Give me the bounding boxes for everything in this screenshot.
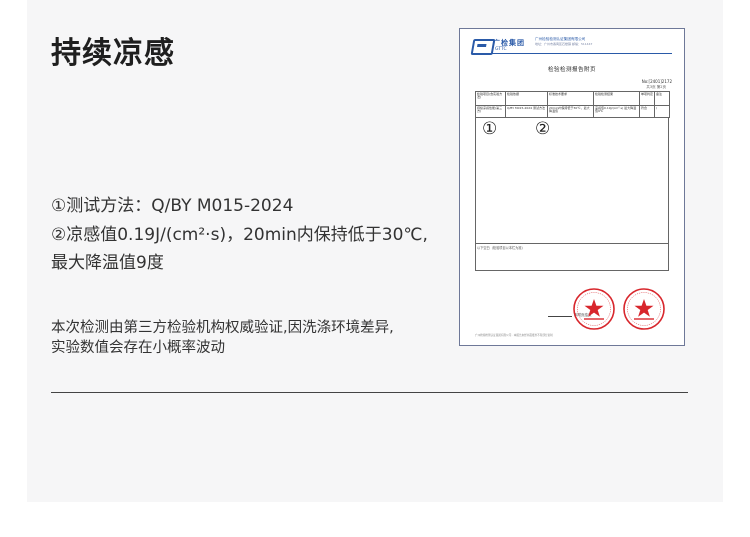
table-cell: 持续凉感性能(第三方) bbox=[475, 105, 506, 118]
table-cell: 凉感值0.19J/(cm²·s) 最大降温值9℃ bbox=[593, 105, 640, 118]
header-cell: 检验依据 bbox=[505, 91, 548, 106]
table-cell: Q/BY M015-2024 测试方法 bbox=[505, 105, 548, 118]
header-cell: 备注 bbox=[654, 91, 670, 106]
test-method-text: ①测试方法：Q/BY M015-2024 bbox=[51, 196, 294, 216]
header-cell: 单项判定 bbox=[639, 91, 655, 106]
header-cell: 检验项目(含实验方法) bbox=[475, 91, 506, 106]
header-cell: 检验检测结果 bbox=[593, 91, 640, 106]
table-header-row: 检验项目(含实验方法) 检验依据 标准技术要求 检验检测结果 单项判定 备注 bbox=[475, 91, 670, 106]
header-cell: 标准技术要求 bbox=[547, 91, 594, 106]
table-cell: / bbox=[654, 105, 670, 118]
report-title: 检验检测报告附页 bbox=[547, 67, 596, 73]
inspection-seal-right bbox=[623, 288, 665, 330]
logo-subtext: GTTC bbox=[495, 47, 507, 52]
report-page: 共3页 第2页 bbox=[646, 85, 666, 89]
divider bbox=[51, 392, 688, 393]
institute-address: 地址：广州市番禺区石楼镇 邮编：511447 bbox=[535, 42, 593, 46]
disclaimer-line-1: 本次检测由第三方检验机构权威验证,因洗涤环境差异, bbox=[51, 320, 394, 336]
report-table: 检验项目(含实验方法) 检验依据 标准技术要求 检验检测结果 单项判定 备注 持… bbox=[475, 91, 670, 118]
disclaimer-line-2: 实验数值会存在小概率波动 bbox=[51, 340, 225, 356]
inspection-seal-left bbox=[573, 288, 615, 330]
table-cell: 符合 bbox=[639, 105, 655, 118]
signoff-line bbox=[548, 316, 572, 317]
table-row: 持续凉感性能(第三方) Q/BY M015-2024 测试方法 20min内保持… bbox=[475, 105, 670, 118]
report-footer: 广州检验检测认证集团有限公司 · 本报告未经书面批准不得部分复制 bbox=[475, 334, 553, 337]
report-number: No:[2401]2172 bbox=[641, 79, 672, 84]
header-rule bbox=[472, 53, 672, 54]
table-cell: 20min内保持低于30℃，最大降温值 bbox=[547, 105, 594, 118]
marker-one: ① bbox=[482, 119, 498, 139]
page-title: 持续凉感 bbox=[51, 36, 175, 71]
cooling-value-text: ②凉感值0.19J/(cm²·s)，20min内保持低于30℃, bbox=[51, 225, 428, 245]
max-drop-text: 最大降温值9度 bbox=[51, 253, 164, 273]
test-report-image: 广检集团 GTTC 广州检验检测认证集团有限公司 地址：广州市番禺区石楼镇 邮编… bbox=[459, 28, 685, 346]
report-note-text: 以下空白（检验项目以本栏为准） bbox=[477, 246, 525, 250]
marker-two: ② bbox=[535, 119, 551, 139]
